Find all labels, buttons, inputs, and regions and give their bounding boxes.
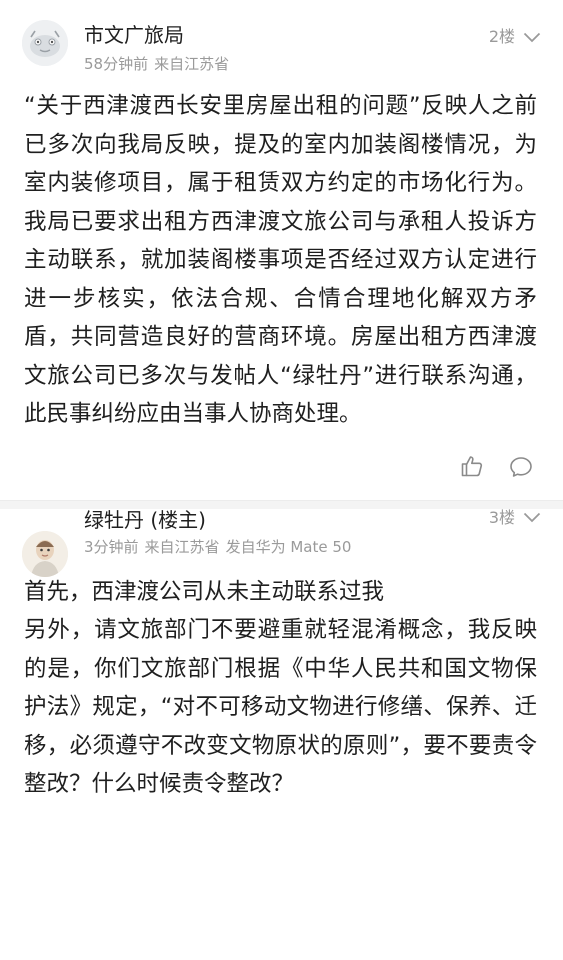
post-time: 58分钟前: [84, 55, 149, 73]
post-header: 市文广旅局 58分钟前 来自江苏省 2楼: [0, 0, 563, 73]
floor-number[interactable]: 3楼: [489, 507, 541, 529]
post-actions: [0, 434, 563, 500]
chevron-down-icon: [523, 512, 541, 523]
post-meta: 58分钟前 来自江苏省: [84, 54, 235, 74]
comment-bubble-icon[interactable]: [509, 456, 533, 482]
post-location: 来自江苏省: [154, 55, 230, 73]
floor-label: 3楼: [488, 507, 515, 527]
author-name[interactable]: 绿牡丹 (楼主): [84, 507, 206, 533]
avatar[interactable]: [22, 20, 68, 66]
post-content: 首先，西津渡公司从未主动联系过我 另外，请文旅部门不要避重就轻混淆概念，我反映的…: [24, 578, 537, 798]
reply-post: 市文广旅局 58分钟前 来自江苏省 2楼 “关于西津渡西长安里房屋出租的问题”反映…: [0, 0, 563, 500]
post-content: “关于西津渡西长安里房屋出租的问题”反映人之前已多次向我局反映，提及的室内加装阁…: [24, 93, 537, 427]
thumbs-up-icon[interactable]: [460, 454, 484, 482]
post-time: 3分钟前: [84, 537, 139, 556]
post-header: 绿牡丹 (楼主) 3分钟前 来自江苏省 发自华为 Mate 50 3楼: [0, 507, 563, 577]
post-meta: 3分钟前 来自江苏省 发自华为 Mate 50: [84, 537, 357, 557]
floor-label: 2楼: [488, 27, 515, 46]
floor-number[interactable]: 2楼: [489, 26, 541, 48]
chevron-down-icon: [523, 32, 541, 43]
avatar[interactable]: [22, 530, 68, 577]
reply-post: 绿牡丹 (楼主) 3分钟前 来自江苏省 发自华为 Mate 50 3楼 首先，西津渡…: [0, 507, 563, 804]
post-location: 来自江苏省: [144, 537, 220, 556]
post-device: 发自华为 Mate 50: [225, 537, 352, 556]
author-name[interactable]: 市文广旅局: [84, 22, 184, 48]
